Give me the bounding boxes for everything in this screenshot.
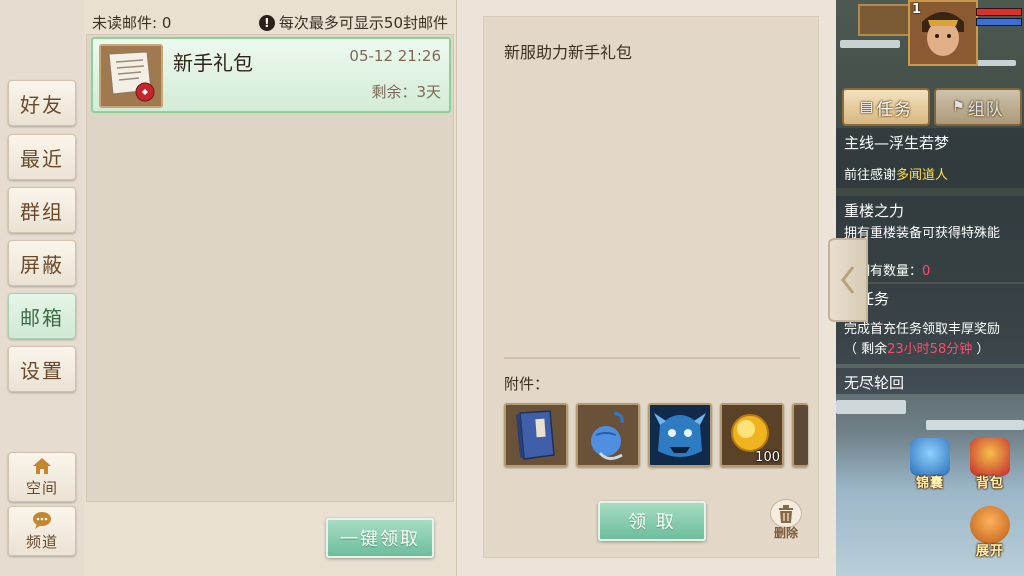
sidebar-item-settings[interactable]: 设置 — [8, 346, 76, 392]
quest-count-value: 0 — [922, 264, 931, 279]
flag-icon: ⚑ — [952, 99, 966, 115]
letter-icon — [99, 44, 163, 108]
unread-count: 未读邮件: 0 — [92, 14, 172, 32]
buff-slot[interactable] — [858, 4, 910, 36]
scenery-snow — [840, 40, 900, 48]
expand-label: 展开 — [975, 544, 1004, 559]
backpack-label: 背包 — [975, 476, 1004, 491]
quest-title: 主线—浮生若梦 — [844, 134, 950, 152]
sidebar-item-label: 屏蔽 — [20, 252, 64, 277]
sidebar-item-label: 邮箱 — [20, 305, 64, 330]
book-icon — [506, 405, 566, 465]
player-level: 1 — [912, 2, 922, 17]
sidebar-item-label: 好友 — [20, 92, 64, 117]
sidebar-item-friends[interactable]: 好友 — [8, 80, 76, 126]
scenery-snow — [926, 420, 1024, 430]
backpack-button[interactable]: 背包 — [964, 438, 1016, 494]
mp-bar — [976, 18, 1022, 26]
attachment-partial[interactable] — [792, 403, 808, 467]
chevron-left-icon — [841, 266, 855, 294]
divider — [504, 357, 800, 359]
sidebar-item-recent[interactable]: 最近 — [8, 134, 76, 180]
attachment-gold-orb[interactable]: 100 — [720, 403, 784, 467]
attachment-quantity: 100 — [755, 450, 780, 465]
quest-timer-value: 23小时58分钟 — [887, 342, 973, 357]
sidebar-item-label: 最近 — [20, 146, 64, 171]
mail-list-header: 未读邮件: 0 ! 每次最多可显示50封邮件 — [90, 10, 450, 32]
channel-label: 频道 — [25, 533, 58, 551]
mail-detail-content: 新服助力新手礼包 附件： 100 领 取 删除 — [483, 16, 819, 558]
bag-of-tricks-label: 锦囊 — [915, 476, 944, 491]
claim-button[interactable]: 领 取 — [598, 501, 706, 541]
blue-pouch-icon — [578, 405, 638, 465]
claim-label: 领 取 — [628, 512, 676, 533]
quest-desc: 前往感谢多闻道人 — [844, 164, 948, 183]
side-menu: 好友 最近 群组 屏蔽 邮箱 设置 空间 频道 — [0, 0, 85, 576]
quest-timer-suffix: ） — [972, 342, 990, 357]
mail-body-text: 新服助力新手礼包 — [504, 43, 633, 62]
space-label: 空间 — [25, 479, 58, 497]
claim-all-button[interactable]: 一键领取 — [326, 518, 434, 558]
sidebar-item-blocked[interactable]: 屏蔽 — [8, 240, 76, 286]
tab-quest-label: 任务 — [876, 99, 913, 120]
mail-list-panel: 未读邮件: 0 ! 每次最多可显示50封邮件 新手礼包 05-12 21:26 … — [84, 0, 456, 576]
expand-button[interactable]: 展开 — [964, 506, 1016, 562]
mail-list[interactable]: 新手礼包 05-12 21:26 剩余：3天 — [86, 34, 454, 502]
scroll-icon: ▤ — [859, 99, 875, 115]
attachment-pouch[interactable] — [576, 403, 640, 467]
sidebar-item-mailbox[interactable]: 邮箱 — [8, 293, 76, 339]
expand-icon — [970, 506, 1010, 544]
tab-team-label: 组队 — [967, 99, 1004, 120]
backpack-icon — [970, 438, 1010, 476]
channel-button[interactable]: 频道 — [8, 506, 76, 556]
quest-title: 重楼之力 — [844, 202, 905, 220]
bag-of-tricks-button[interactable]: 锦囊 — [904, 438, 956, 494]
attachment-beast[interactable] — [648, 403, 712, 467]
space-button[interactable]: 空间 — [8, 452, 76, 502]
warning-icon: ! — [258, 14, 275, 31]
quest-title: 无尽轮回 — [844, 374, 905, 392]
mail-detail-panel: 新服助力新手礼包 附件： 100 领 取 删除 — [456, 0, 837, 576]
quest-main[interactable]: 主线—浮生若梦 前往感谢多闻道人 — [836, 128, 1024, 188]
quest-desc-prefix: 前往感谢 — [844, 168, 897, 183]
blue-beast-icon — [650, 405, 710, 465]
delete-button[interactable]: 删除 — [768, 499, 804, 541]
delete-label: 删除 — [773, 526, 798, 540]
scenery-snow — [836, 400, 906, 414]
quest-endless[interactable]: 无尽轮回 — [836, 368, 1024, 394]
hp-bar — [976, 8, 1022, 16]
quest-desc: （ 剩余23小时58分钟 ） — [844, 338, 989, 357]
mail-limit-notice: ! 每次最多可显示50封邮件 — [258, 12, 448, 33]
mail-item-title: 新手礼包 — [173, 51, 253, 75]
mail-item-remaining: 剩余：3天 — [371, 83, 441, 101]
quest-npc-name: 多闻道人 — [896, 168, 949, 183]
treasure-pouch-icon — [910, 438, 950, 476]
claim-all-label: 一键领取 — [340, 529, 420, 550]
mail-item-date: 05-12 21:26 — [349, 47, 441, 65]
mail-item[interactable]: 新手礼包 05-12 21:26 剩余：3天 — [91, 37, 451, 113]
sidebar-item-groups[interactable]: 群组 — [8, 187, 76, 233]
tab-team[interactable]: ⚑ 组队 — [934, 88, 1022, 126]
sidebar-item-label: 设置 — [20, 358, 64, 383]
attachments-label: 附件： — [504, 375, 550, 393]
chat-bubble-icon — [33, 512, 51, 529]
quest-timer-label: （ 剩余 — [844, 342, 888, 357]
tab-quest[interactable]: ▤ 任务 — [842, 88, 930, 126]
collapse-panel-tab[interactable] — [828, 238, 868, 322]
house-icon — [33, 458, 51, 474]
attachment-book[interactable] — [504, 403, 568, 467]
mail-limit-text: 每次最多可显示50封邮件 — [278, 14, 448, 32]
sidebar-item-label: 群组 — [20, 199, 64, 224]
